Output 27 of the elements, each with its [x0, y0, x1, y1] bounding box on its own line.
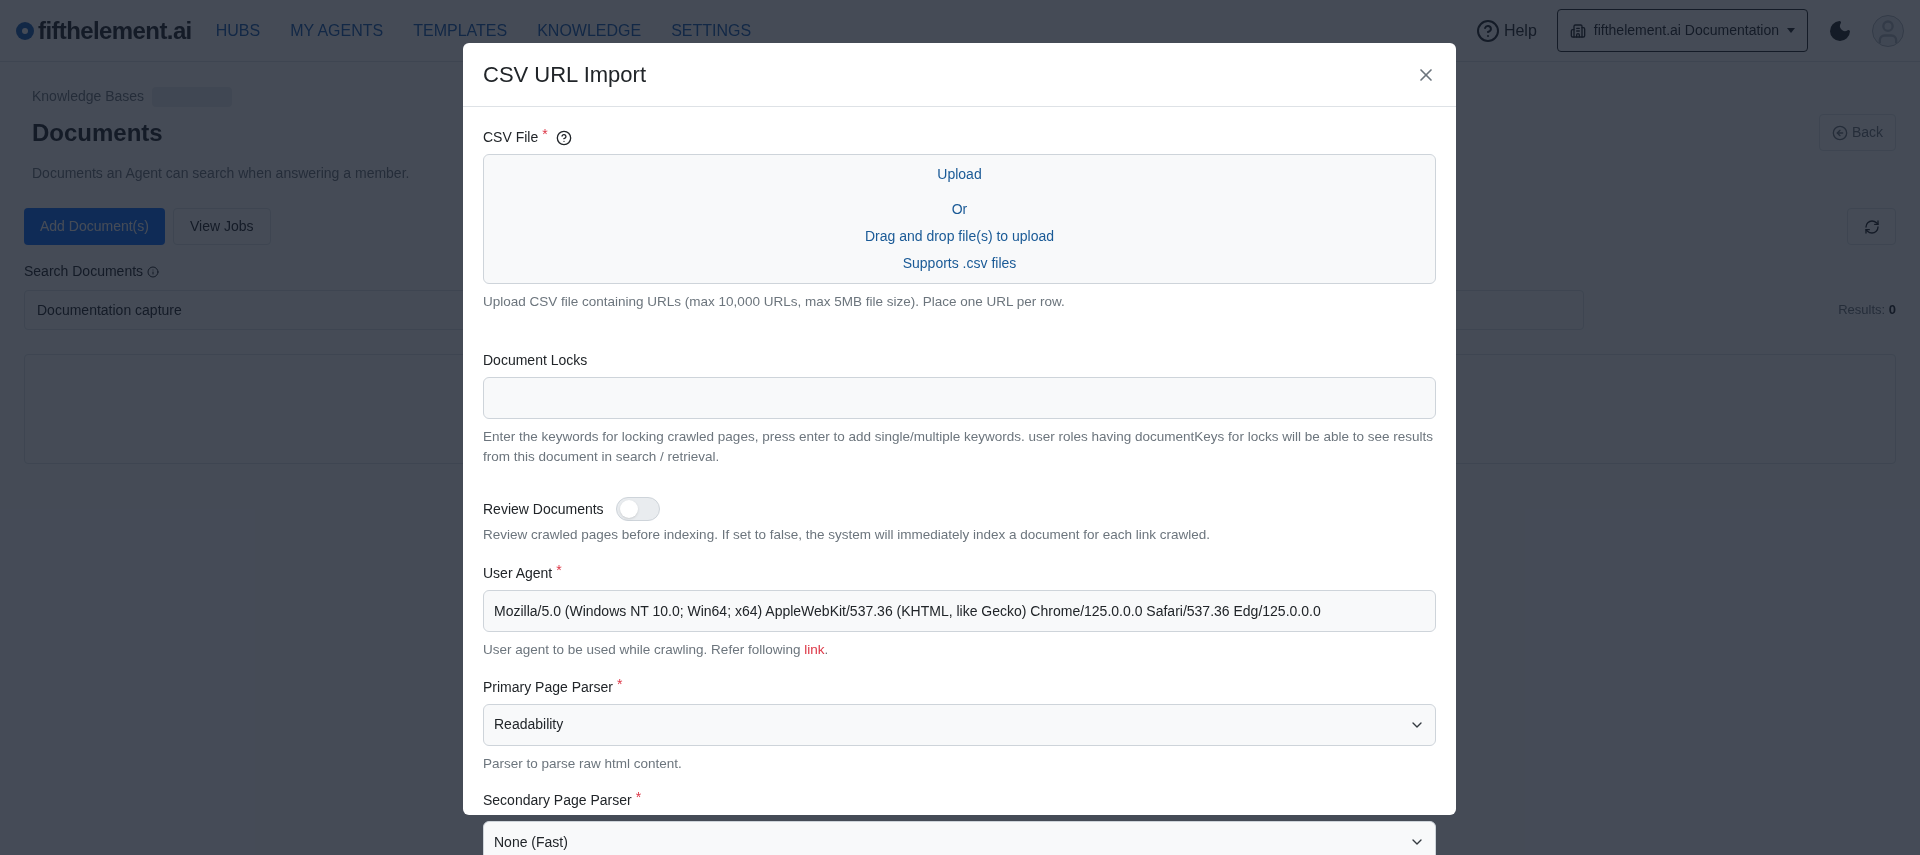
- help-text: Upload CSV file containing URLs (max 10,000 URLs, max 5MB file size). Place one URL per row.: [483, 293, 1066, 311]
- keywords-input-field[interactable]: [483, 377, 1436, 419]
- help-text: Enter the keywords for locking crawled pages, press enter to add single/multiple keywords. user roles having documentKeys for locks will be able to see results from this document in search / retrieval.: [483, 428, 1434, 466]
- or-text: Or: [951, 200, 968, 219]
- required-asterisk: *: [635, 789, 642, 804]
- user-agent-input-field[interactable]: Mozilla/5.0 (Windows NT 10.0; Win64; x64) AppleWebKit/537.36 (KHTML, like Gecko) Chrome/125.0.0.0 Safari/537.36 Edg/125.0.0.0: [483, 590, 1436, 633]
- toggle-switch[interactable]: [615, 497, 660, 521]
- parser-select[interactable]: Readability: [483, 703, 1436, 746]
- required-asterisk: *: [616, 676, 623, 691]
- upload-link[interactable]: Upload: [937, 164, 982, 185]
- help-text: User agent to be used while crawling. Refer following link.: [483, 641, 830, 660]
- supports-text: Supports .csv files: [902, 254, 1017, 273]
- field-label: CSV File: [483, 128, 539, 147]
- required-asterisk: *: [556, 563, 562, 578]
- help-text: Parser to parse raw html content.: [483, 754, 683, 773]
- help-text: Review crawled pages before indexing. If set to false, the system will immediately index a document for each link crawled.: [483, 526, 1212, 544]
- required-asterisk: *: [542, 127, 548, 141]
- field-label: Document Locks: [483, 351, 588, 370]
- parser-select[interactable]: None (Fast): [483, 821, 1436, 855]
- help-icon[interactable]: [555, 129, 572, 146]
- file-dropzone[interactable]: Upload Or Drag and drop file(s) to upload Supports .csv files: [483, 154, 1436, 284]
- field-label: Review Documents: [483, 499, 604, 519]
- field-label: User Agent: [483, 564, 553, 584]
- field-label: Primary Page Parser: [483, 677, 613, 697]
- drag-drop-text: Drag and drop file(s) to upload: [864, 227, 1055, 246]
- modal-title: CSV URL Import: [483, 61, 646, 89]
- field-label: Secondary Page Parser: [483, 790, 632, 810]
